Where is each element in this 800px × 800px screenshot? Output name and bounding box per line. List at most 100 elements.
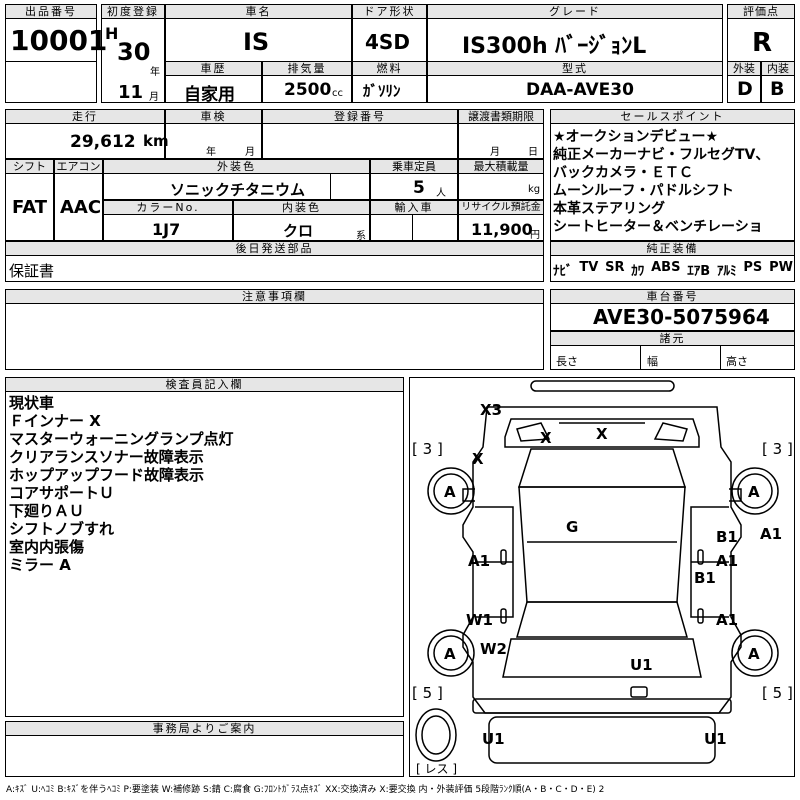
mark-g: G [566, 518, 579, 536]
intcolor-value: クロ [283, 222, 314, 240]
later-label: 後日発送部品 [5, 241, 544, 256]
car-name: IS [243, 28, 270, 56]
mark-x2: X [596, 425, 608, 443]
colorno-value: 1J7 [152, 220, 181, 239]
equip-abs: ABS [651, 260, 681, 275]
equip-list: ﾅﾋﾞ TV SR ｶﾜ ABS ｴｱB ｱﾙﾐ PS PW [553, 260, 793, 279]
ac-label: エアコン [54, 159, 103, 174]
inspector-line: コアサポートＵ [9, 484, 115, 502]
inspector-line: 下廻りＡＵ [9, 502, 85, 520]
mark-a-fl: A [444, 483, 456, 501]
mark-a1-side: A1 [760, 525, 783, 543]
colorno-label: カラーNo. [103, 200, 233, 215]
sales-line: 本革ステアリング [553, 201, 665, 217]
capacity-value: 5 [413, 178, 425, 198]
inspector-line: 室内内張傷 [9, 538, 85, 556]
equip-tv: TV [579, 260, 599, 275]
model-label: 型式 [427, 61, 723, 76]
inspector-line: Ｆインナー X [9, 412, 101, 430]
tire-fl-value: 3 [422, 440, 433, 458]
tire-tread-rr: [ 5 ] [762, 684, 793, 702]
recycle-label: リサイクル預託金 [458, 200, 544, 215]
int-label: 内装 [761, 61, 795, 76]
reg-month-unit: 月 [149, 92, 159, 103]
mark-a1-rear-right: A1 [716, 611, 739, 629]
spec-div1 [640, 345, 641, 370]
chassis-label: 車台番号 [550, 289, 795, 304]
ac-value: AAC [60, 197, 102, 218]
mark-a1-left: A1 [468, 552, 491, 570]
spec-height: 高さ [726, 355, 748, 368]
spec-label: 諸元 [550, 331, 795, 346]
transfer-month: 月 [490, 147, 500, 158]
inspector-lines: 現状車 Ｆインナー X マスターウォーニングランプ点灯 クリアランスソナー故障表… [9, 394, 234, 574]
inspector-line: 現状車 [9, 394, 55, 412]
color-divider [330, 173, 370, 200]
later-cell [5, 255, 544, 282]
office-cell [5, 735, 404, 777]
int-value: B [770, 78, 785, 100]
mark-b1-right: B1 [694, 569, 716, 587]
spec-cell [550, 345, 795, 370]
office-label: 事務局よりご案内 [5, 721, 404, 736]
reg-label: 初度登録 [101, 4, 165, 19]
shift-label: シフト [5, 159, 54, 174]
spec-length: 長さ [556, 355, 578, 368]
grade-value: IS300h ﾊﾞｰｼﾞｮﾝL [462, 34, 647, 59]
mark-w2: W2 [480, 640, 507, 658]
reg-year: 30 [117, 38, 151, 66]
ext-label: 外装 [727, 61, 761, 76]
spec-width: 幅 [647, 355, 658, 368]
inspector-line: マスターウォーニングランプ点灯 [9, 430, 234, 448]
cc-label: 排気量 [262, 61, 352, 76]
mark-w1: W1 [466, 611, 493, 629]
capacity-unit: 人 [436, 188, 446, 199]
lot-number: 10001 [10, 24, 108, 57]
lot-blank [5, 61, 97, 103]
color-value: ソニックチタニウム [170, 181, 306, 199]
score-value: R [752, 28, 773, 58]
inspector-line: シフトノブすれ [9, 520, 115, 538]
import-divider [412, 214, 458, 241]
mark-u1: U1 [630, 656, 653, 674]
tire-tread-rl: [ 5 ] [412, 684, 443, 702]
transfer-day: 日 [528, 147, 538, 158]
sales-lines: ★オークションデビュー★ 純正メーカーナビ・フルセグTV、 バックカメラ・ＥＴＣ… [553, 128, 791, 236]
mark-x1: X [540, 429, 552, 447]
history-label: 車歴 [165, 61, 262, 76]
mark-a-rr: A [748, 645, 760, 663]
equip-label: 純正装備 [550, 241, 795, 256]
ext-value: D [737, 78, 753, 100]
notes-label: 注意事項欄 [5, 289, 544, 304]
equip-leather: ｶﾜ [631, 264, 645, 279]
lot-label: 出品番号 [5, 4, 97, 19]
inspect-label: 車検 [165, 109, 262, 124]
spec-div2 [720, 345, 721, 370]
plate-label: 登録番号 [262, 109, 458, 124]
mark-u1-bottom-left: U1 [482, 730, 505, 748]
transfer-label: 譲渡書類期限 [458, 109, 544, 124]
inspector-line: ミラー A [9, 556, 71, 574]
intcolor-label: 内装色 [233, 200, 370, 215]
sales-line: シートヒーター＆ベンチレーショ [553, 219, 763, 235]
plate-cell [262, 123, 458, 159]
shift-value: FAT [12, 197, 48, 218]
mark-u1-bottom-right: U1 [704, 730, 727, 748]
mark-x-hood: X [472, 450, 484, 468]
sales-line: 純正メーカーナビ・フルセグTV、 [553, 147, 770, 163]
sales-label: セールスポイント [550, 109, 795, 124]
notes-cell [5, 303, 544, 370]
inspector-line: ホップアップフード故障表示 [9, 466, 205, 484]
door-label: ドア形状 [352, 4, 427, 19]
sales-line: ★オークションデビュー★ [553, 129, 719, 145]
cc-unit: cc [332, 88, 343, 99]
mark-a1-right: A1 [716, 552, 739, 570]
sales-line: ムーンルーフ・パドルシフト [553, 183, 734, 199]
tire-tread-fr: [ 3 ] [762, 440, 793, 458]
history-value: 自家用 [184, 85, 235, 105]
import-label: 輸入車 [370, 200, 458, 215]
mark-a-fr: A [748, 483, 760, 501]
spare-tire-label: [ レス ] [416, 762, 458, 776]
model-value: DAA-AVE30 [526, 80, 634, 100]
door-type: 4SD [365, 30, 410, 54]
